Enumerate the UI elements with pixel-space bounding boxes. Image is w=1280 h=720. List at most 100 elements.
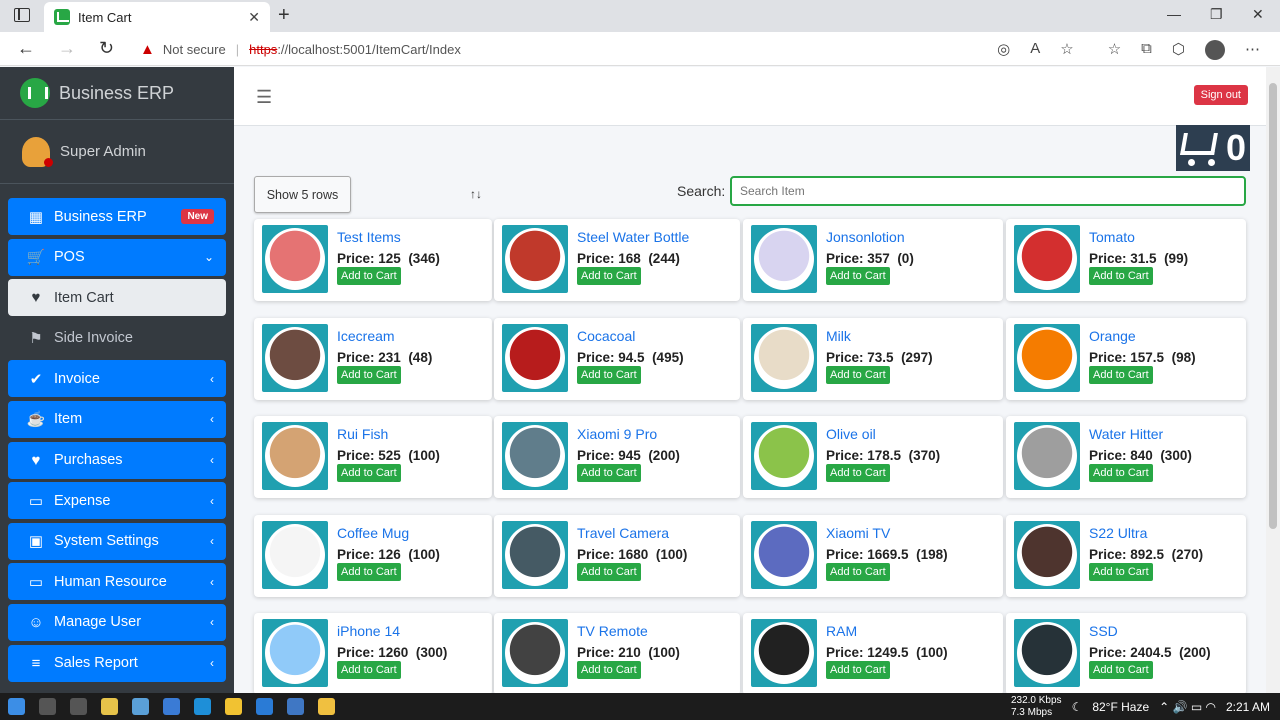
powershell-icon[interactable] (163, 698, 180, 715)
extensions-icon[interactable]: ⬡ (1172, 40, 1185, 60)
product-name[interactable]: Water Hitter (1089, 426, 1163, 442)
product-card: Orange Price: 157.5 (98) Add to Cart (1006, 317, 1246, 400)
sign-out-button[interactable]: Sign out (1193, 85, 1248, 105)
add-to-cart-button[interactable]: Add to Cart (577, 661, 641, 679)
product-name[interactable]: RAM (826, 623, 857, 639)
sidebar-item-expense[interactable]: ▭ Expense ‹ (8, 482, 226, 520)
product-name[interactable]: Olive oil (826, 426, 876, 442)
page-scrollbar[interactable] (1266, 67, 1280, 693)
task-view-icon[interactable] (70, 698, 87, 715)
product-name[interactable]: Milk (826, 328, 851, 344)
start-icon[interactable] (8, 698, 25, 715)
sidebar-item-manage-user[interactable]: ☺ Manage User ‹ (8, 603, 226, 641)
edge-icon[interactable] (194, 698, 211, 715)
product-name[interactable]: Orange (1089, 328, 1136, 344)
search-input[interactable] (730, 176, 1246, 206)
url-field[interactable]: ▲ Not secure | https ://localhost:5001/I… (140, 36, 1060, 62)
product-name[interactable]: Tomato (1089, 229, 1135, 245)
add-to-cart-button[interactable]: Add to Cart (337, 464, 401, 482)
sidebar-item-sales-report[interactable]: ≡ Sales Report ‹ (8, 644, 226, 682)
favorite-add-icon[interactable]: ☆ (1060, 40, 1073, 60)
add-to-cart-button[interactable]: Add to Cart (1089, 464, 1153, 482)
close-tab-icon[interactable]: ✕ (248, 9, 260, 26)
add-to-cart-button[interactable]: Add to Cart (337, 267, 401, 285)
read-aloud-icon[interactable]: A (1030, 40, 1040, 60)
add-to-cart-button[interactable]: Add to Cart (577, 365, 641, 384)
sidebar-item-side-invoice[interactable]: ⚑ Side Invoice (8, 320, 226, 357)
scrollbar-thumb[interactable] (1269, 83, 1277, 529)
product-name[interactable]: Icecream (337, 328, 395, 344)
hamburger-menu-icon[interactable]: ☰ (256, 87, 272, 108)
product-name[interactable]: Rui Fish (337, 426, 388, 442)
new-tab-icon[interactable]: + (278, 4, 290, 27)
add-to-cart-button[interactable]: Add to Cart (577, 464, 641, 482)
show-rows-button[interactable]: Show 5 rows (254, 176, 351, 213)
back-icon[interactable]: ← (17, 38, 35, 59)
add-to-cart-button[interactable]: Add to Cart (1089, 661, 1153, 679)
add-to-cart-button[interactable]: Add to Cart (826, 562, 890, 581)
sidebar-item-human-resource[interactable]: ▭ Human Resource ‹ (8, 563, 226, 601)
add-to-cart-button[interactable]: Add to Cart (577, 562, 641, 581)
window-close-icon[interactable]: ✕ (1252, 6, 1264, 23)
product-name[interactable]: iPhone 14 (337, 623, 400, 639)
tray-icons[interactable]: ⌃ 🔊 ▭ ◠ (1159, 700, 1216, 714)
sidebar-item-invoice[interactable]: ✔ Invoice ‹ (8, 360, 226, 398)
add-to-cart-button[interactable]: Add to Cart (826, 365, 890, 384)
product-name[interactable]: Xiaomi 9 Pro (577, 426, 657, 442)
app-icon[interactable] (132, 698, 149, 715)
notepad-icon[interactable] (101, 698, 118, 715)
product-name[interactable]: Coffee Mug (337, 525, 409, 541)
add-to-cart-button[interactable]: Add to Cart (1089, 562, 1153, 581)
vscode-icon[interactable] (256, 698, 273, 715)
clock[interactable]: 2:21 AM (1226, 700, 1270, 714)
more-icon[interactable]: ⋯ (1245, 40, 1260, 60)
sidebar-item-item-cart[interactable]: ♥ Item Cart (8, 279, 226, 317)
product-image (751, 422, 817, 490)
chrome-icon[interactable] (225, 698, 242, 715)
sort-icon[interactable]: ↑↓ (470, 187, 482, 201)
sidebar-item-purchases[interactable]: ♥ Purchases ‹ (8, 441, 226, 479)
product-name[interactable]: SSD (1089, 623, 1118, 639)
location-icon[interactable]: ◎ (997, 40, 1010, 60)
add-to-cart-button[interactable]: Add to Cart (337, 365, 401, 384)
add-to-cart-button[interactable]: Add to Cart (1089, 267, 1153, 285)
add-to-cart-button[interactable]: Add to Cart (337, 661, 401, 679)
collections-icon[interactable]: ⧉ (1141, 40, 1152, 60)
tab-item-cart[interactable]: Item Cart ✕ (44, 2, 270, 32)
favorites-icon[interactable]: ☆ (1108, 40, 1121, 60)
product-name[interactable]: Steel Water Bottle (577, 229, 689, 245)
profile-avatar[interactable] (1205, 40, 1225, 60)
reload-icon[interactable]: ↻ (99, 38, 114, 59)
add-to-cart-button[interactable]: Add to Cart (826, 464, 890, 482)
tab-actions-icon[interactable] (14, 8, 30, 22)
product-name[interactable]: Test Items (337, 229, 401, 245)
product-name[interactable]: Travel Camera (577, 525, 669, 541)
sidebar-item-system-settings[interactable]: ▣ System Settings ‹ (8, 522, 226, 560)
add-to-cart-button[interactable]: Add to Cart (1089, 365, 1153, 384)
product-name[interactable]: S22 Ultra (1089, 525, 1147, 541)
add-to-cart-button[interactable]: Add to Cart (826, 267, 890, 285)
add-to-cart-button[interactable]: Add to Cart (577, 267, 641, 285)
brand-logo-icon (20, 78, 50, 108)
sidebar-item-pos[interactable]: 🛒 POS ⌄ (8, 238, 226, 276)
weather-text[interactable]: 82°F Haze (1092, 700, 1149, 714)
search-icon[interactable] (39, 698, 56, 715)
brand-link[interactable]: Business ERP (0, 67, 234, 120)
user-panel[interactable]: Super Admin (0, 120, 234, 184)
forward-icon[interactable]: → (58, 38, 76, 59)
product-image (262, 619, 328, 687)
product-name[interactable]: Xiaomi TV (826, 525, 890, 541)
product-name[interactable]: TV Remote (577, 623, 648, 639)
add-to-cart-button[interactable]: Add to Cart (826, 661, 890, 679)
product-name[interactable]: Cocacoal (577, 328, 635, 344)
sidebar-item-item[interactable]: ☕ Item ‹ (8, 400, 226, 438)
product-name[interactable]: Jonsonlotion (826, 229, 905, 245)
cart-summary[interactable]: 0 (1176, 125, 1250, 171)
sidebar-item-business-erp[interactable]: ▦ Business ERP New (8, 198, 226, 235)
add-to-cart-button[interactable]: Add to Cart (337, 562, 401, 581)
product-card: Travel Camera Price: 1680 (100) Add to Car… (494, 514, 740, 597)
file-explorer-icon[interactable] (318, 698, 335, 715)
minimize-icon[interactable]: — (1167, 6, 1181, 22)
visual-studio-icon[interactable] (287, 698, 304, 715)
restore-icon[interactable]: ❐ (1210, 6, 1223, 23)
